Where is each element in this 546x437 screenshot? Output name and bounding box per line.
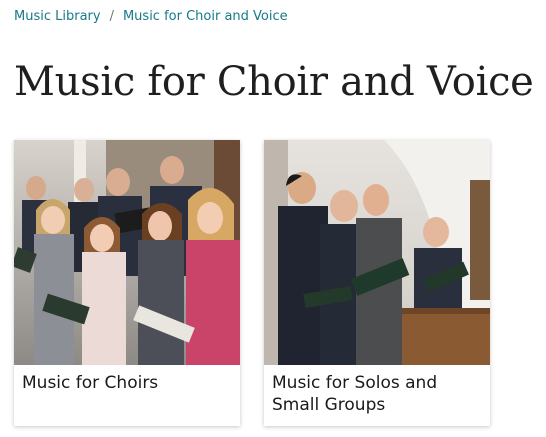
breadcrumb-link-music-library[interactable]: Music Library	[14, 9, 101, 24]
card-label: Music for Choirs	[22, 373, 159, 393]
card-music-for-choirs[interactable]: Music for Choirs	[14, 140, 240, 426]
choir-photo	[14, 140, 240, 365]
card-music-for-solos-and-small-groups[interactable]: Music for Solos and Small Groups	[264, 140, 490, 426]
breadcrumb: Music Library / Music for Choir and Voic…	[14, 9, 288, 24]
card-label: Music for Solos and Small Groups	[272, 373, 438, 415]
breadcrumb-separator: /	[109, 9, 114, 24]
small-group-photo	[264, 140, 490, 365]
page-title: Music for Choir and Voice	[14, 59, 534, 105]
breadcrumb-link-current[interactable]: Music for Choir and Voice	[123, 9, 288, 24]
